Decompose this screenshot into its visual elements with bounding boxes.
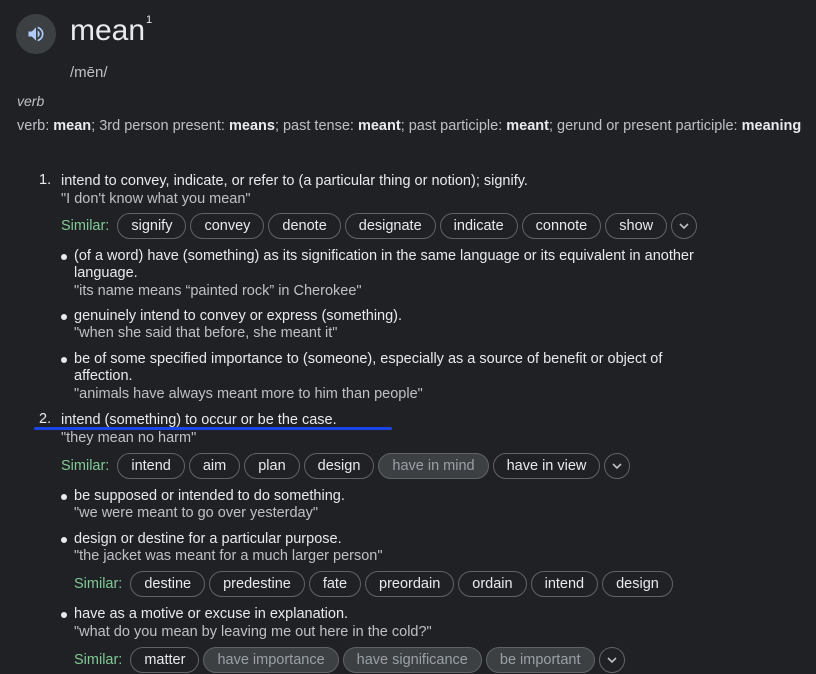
sense-1-example: "I don't know what you mean" [61,191,251,207]
similar-chip-signify[interactable]: signify [117,213,187,239]
part-of-speech: verb [17,93,45,109]
similar-chip-plan[interactable]: plan [244,453,300,479]
chevron-down-icon [612,463,622,470]
similar-chip-have-importance[interactable]: have importance [203,647,339,673]
similar-chip-aim[interactable]: aim [188,453,241,479]
similar-chip-predestine[interactable]: predestine [209,571,305,597]
phonetic: /mēn/ [70,64,108,81]
similar-label: Similar: [74,576,123,592]
similar-chip-intend[interactable]: intend [530,571,599,597]
bullet [61,314,67,320]
sense-1-definition: intend to convey, indicate, or refer to … [61,173,528,189]
expand-similar-button[interactable] [604,453,631,479]
sense-2a-example: "we were meant to go over yesterday" [74,505,319,521]
expand-similar-button[interactable] [671,213,698,239]
similar-chip-fate[interactable]: fate [308,571,362,597]
similar-chip-convey[interactable]: convey [190,213,265,239]
similar-chip-ordain[interactable]: ordain [458,571,527,597]
headword-text: mean [70,14,146,47]
bullet [61,357,67,363]
speaker-icon [28,26,44,42]
sense-2c-similar-row: Similar: matter have importance have sig… [74,647,625,673]
sense-2-similar-row: Similar: intend aim plan design have in … [61,453,631,479]
similar-chip-be-important[interactable]: be important [485,647,595,673]
similar-chip-have-in-mind[interactable]: have in mind [378,453,489,479]
sense-1b-example: "when she said that before, she meant it… [74,325,338,341]
similar-chip-have-significance[interactable]: have significance [342,647,482,673]
sense-1c-example: "animals have always meant more to him t… [74,386,423,402]
sense-2c-definition: have as a motive or excuse in explanatio… [74,606,349,622]
sense-2-number: 2. [39,411,52,427]
similar-chip-connote[interactable]: connote [521,213,602,239]
sense-1c-definition-cont: affection. [74,368,133,384]
sense-1a-definition-cont: language. [74,265,138,281]
similar-chip-show[interactable]: show [605,213,668,239]
sense-2-example: "they mean no harm" [61,430,197,446]
similar-label: Similar: [61,458,110,474]
chevron-down-icon [679,223,689,230]
bullet [61,537,67,543]
sense-2b-definition: design or destine for a particular purpo… [74,531,342,547]
bullet [61,494,67,500]
bullet [61,254,67,260]
similar-chip-indicate[interactable]: indicate [439,213,518,239]
sense-2c-example: "what do you mean by leaving me out here… [74,624,432,640]
sense-1-number: 1. [39,172,52,188]
chevron-down-icon [606,657,617,664]
similar-chip-preordain[interactable]: preordain [365,571,455,597]
sense-1a-definition: (of a word) have (something) as its sign… [74,248,694,264]
sense-1a-example: "its name means “painted rock” in Cherok… [74,283,362,299]
similar-chip-design[interactable]: design [602,571,673,597]
headword-superscript: 1 [146,14,153,26]
similar-chip-intend[interactable]: intend [117,453,185,479]
similar-chip-destine[interactable]: destine [130,571,206,597]
sense-1b-definition: genuinely intend to convey or express (s… [74,308,403,324]
headword: mean1 [70,14,152,48]
similar-label: Similar: [74,652,123,668]
similar-chip-matter[interactable]: matter [130,647,200,673]
expand-similar-button[interactable] [598,647,625,673]
sense-1-similar-row: Similar: signify convey denote designate… [61,213,698,239]
sense-2b-similar-row: Similar: destine predestine fate preorda… [74,571,677,597]
similar-chip-have-in-view[interactable]: have in view [492,453,601,479]
sense-2a-definition: be supposed or intended to do something. [74,488,345,504]
sense-2b-example: "the jacket was meant for a much larger … [74,548,383,564]
bullet [61,612,67,618]
pronounce-button[interactable] [16,14,56,54]
sense-1c-definition: be of some specified importance to (some… [74,351,663,367]
similar-label: Similar: [61,218,110,234]
similar-chip-design[interactable]: design [303,453,375,479]
inflection-forms: verb: mean; 3rd person present: means; p… [17,118,802,134]
similar-chip-denote[interactable]: denote [268,213,341,239]
similar-chip-designate[interactable]: designate [344,213,436,239]
